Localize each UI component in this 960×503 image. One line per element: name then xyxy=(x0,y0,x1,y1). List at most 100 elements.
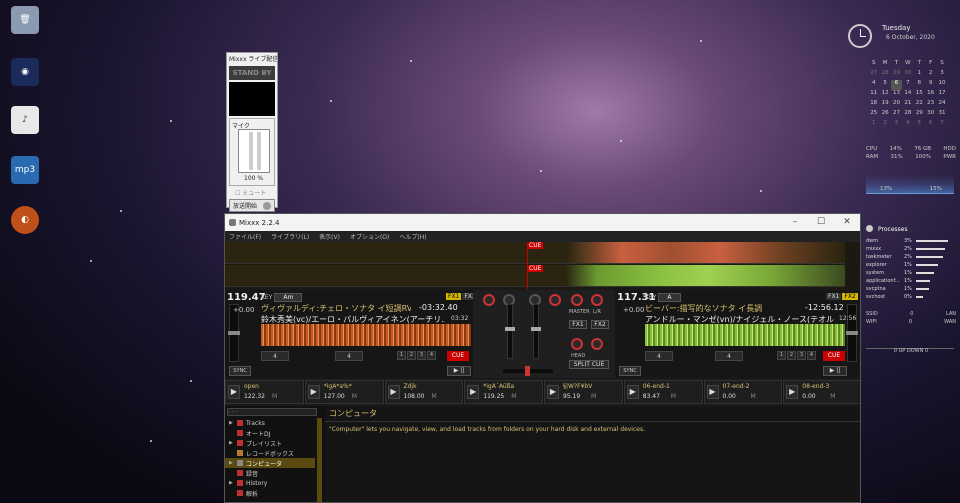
maximize-button[interactable]: ☐ xyxy=(808,214,834,231)
sidebar-item-computer[interactable]: ▶ コンピュータ xyxy=(225,458,315,468)
deck2-loop-size[interactable]: 4 xyxy=(645,351,673,361)
sampler-play-icon[interactable]: ▶ xyxy=(467,385,480,399)
sampler-play-icon[interactable]: ▶ xyxy=(626,385,639,399)
deck2-hotcue-1[interactable]: 1 xyxy=(777,351,786,360)
deck2-hotcue-3[interactable]: 3 xyxy=(797,351,806,360)
master-gain-knob[interactable] xyxy=(571,294,583,306)
ssid-lan: SSID 0 LAN xyxy=(866,311,956,317)
title-bar: Mixxx 2.2.4 – ☐ ✕ xyxy=(225,214,860,231)
sampler-m[interactable]: M xyxy=(432,393,437,400)
head-gain-knob[interactable] xyxy=(591,338,603,350)
library-search-input[interactable] xyxy=(227,408,317,416)
deck1-hotcue-3[interactable]: 3 xyxy=(417,351,426,360)
speech-app-icon[interactable]: ♪ xyxy=(11,106,39,134)
sidebar-splitter[interactable] xyxy=(317,418,322,502)
firefox-icon[interactable]: ◐ xyxy=(11,206,39,234)
sidebar-item-playlists[interactable]: ▶ プレイリスト xyxy=(225,438,315,448)
sampler-4[interactable]: ▶ *igA´Aüßa 119.25 M xyxy=(464,380,543,404)
master-fx2-button[interactable]: FX2 xyxy=(591,320,609,329)
deck1-loop-size[interactable]: 4 xyxy=(261,351,289,361)
sampler-2[interactable]: ▶ *igA*a%* 127.00 M xyxy=(304,380,384,404)
desktop-widgets: Tuesday 6 October, 2020 SMTWTFS 27 28 29 30… xyxy=(848,18,960,354)
mixxx-logo-icon xyxy=(229,219,236,226)
sampler-m[interactable]: M xyxy=(671,393,676,400)
sampler-bpm: 0.00 xyxy=(722,393,736,400)
sampler-play-icon[interactable]: ▶ xyxy=(786,385,799,399)
sampler-m[interactable]: M xyxy=(352,393,357,400)
deck1-play-button[interactable]: ▶ || xyxy=(447,366,471,376)
deck2-beatjump-size[interactable]: 4 xyxy=(715,351,743,361)
sampler-play-icon[interactable]: ▶ xyxy=(387,385,400,399)
deck1-gain-knob[interactable] xyxy=(483,294,495,306)
sampler-7[interactable]: ▶ 07-end-2 0.00 M xyxy=(703,380,783,404)
sampler-m[interactable]: M xyxy=(272,393,277,400)
sampler-m[interactable]: M xyxy=(511,393,516,400)
sampler-m[interactable]: M xyxy=(751,393,756,400)
crossfader[interactable] xyxy=(503,366,553,376)
deck2-track-title: ビーバー:描写的なソナタ イ長調 xyxy=(645,304,763,313)
deck1-volume-fader[interactable] xyxy=(505,304,515,359)
deck2-key[interactable]: KEY A xyxy=(645,293,681,302)
menu-help[interactable]: ヘルプ(H) xyxy=(399,232,426,241)
process-row: taskmeter 2% xyxy=(866,254,956,260)
sampler-play-icon[interactable]: ▶ xyxy=(706,385,719,399)
deck2-fx1-button[interactable]: FX1 xyxy=(826,293,842,300)
sidebar-item-analyze[interactable]: 解析 xyxy=(225,488,315,498)
sampler-m[interactable]: M xyxy=(591,393,596,400)
process-row: explorer 1% xyxy=(866,262,956,268)
record-icon xyxy=(237,470,243,476)
sampler-m[interactable]: M xyxy=(830,393,835,400)
deck1-hotcue-2[interactable]: 2 xyxy=(407,351,416,360)
minimize-button[interactable]: – xyxy=(782,214,808,231)
sampler-1[interactable]: ▶ open 122.32 M xyxy=(225,380,304,404)
deck2-hotcue-2[interactable]: 2 xyxy=(787,351,796,360)
menu-file[interactable]: ファイル(F) xyxy=(229,232,261,241)
deck1-fx1-button[interactable]: FX1 xyxy=(446,293,462,300)
deck2-volume-fader[interactable] xyxy=(531,304,541,359)
start-broadcast-button[interactable]: 放送開始 xyxy=(229,199,275,212)
sampler-play-icon[interactable]: ▶ xyxy=(547,385,559,399)
head-mix-knob[interactable] xyxy=(571,338,583,350)
sidebar-item-history[interactable]: ▶ History xyxy=(225,478,315,488)
menu-options[interactable]: オプション(O) xyxy=(350,232,389,241)
master-fx1-button[interactable]: FX1 xyxy=(569,320,587,329)
deck2-cue-button[interactable]: CUE xyxy=(823,351,845,361)
deck2-gain-knob[interactable] xyxy=(549,294,561,306)
waveform-overview[interactable]: CUE CUE xyxy=(225,242,860,289)
deck1-beatjump-size[interactable]: 4 xyxy=(335,351,363,361)
deck1-key[interactable]: KEY Am xyxy=(261,293,303,302)
deck1-waveform[interactable] xyxy=(261,324,471,346)
app-shortcut-icon[interactable]: ◉ xyxy=(11,58,39,86)
menu-library[interactable]: ライブラリ(L) xyxy=(271,232,309,241)
sidebar-item-autodj[interactable]: オートDJ xyxy=(225,428,315,438)
sidebar-item-crates[interactable]: レコードボックス xyxy=(225,448,315,458)
deck2-waveform[interactable] xyxy=(645,324,845,346)
mic-level-slider[interactable] xyxy=(238,129,270,173)
mute-checkbox[interactable]: ☐ ミュート xyxy=(227,188,277,197)
balance-knob[interactable] xyxy=(591,294,603,306)
deck2-play-button[interactable]: ▶ || xyxy=(823,366,847,376)
mp3-app-icon[interactable]: mp3 xyxy=(11,156,39,184)
deck1-hotcue-1[interactable]: 1 xyxy=(397,351,406,360)
mic-panel: マイク 100 % xyxy=(229,118,275,186)
sampler-bpm: 83.47 xyxy=(642,393,660,400)
sampler-play-icon[interactable]: ▶ xyxy=(307,385,320,399)
deck1-hotcue-4[interactable]: 4 xyxy=(427,351,436,360)
sidebar-item-tracks[interactable]: ▶ Tracks xyxy=(225,418,315,428)
sampler-6[interactable]: ▶ 06-end-1 83.47 M xyxy=(623,380,703,404)
deck1-cue-button[interactable]: CUE xyxy=(447,351,469,361)
deck2-sync-button[interactable]: SYNC xyxy=(619,366,641,376)
sampler-5[interactable]: ▶ §|W?F¥bV 95.19 M xyxy=(544,380,623,404)
deck2-key-value: A xyxy=(658,293,681,302)
deck1-sync-button[interactable]: SYNC xyxy=(229,366,251,376)
split-cue-button[interactable]: SPLIT CUE xyxy=(569,360,609,369)
sampler-play-icon[interactable]: ▶ xyxy=(228,385,240,399)
gear-icon[interactable] xyxy=(263,201,271,210)
menu-view[interactable]: 表示(V) xyxy=(319,232,340,241)
sampler-3[interactable]: ▶ Zdjk 108.00 M xyxy=(384,380,464,404)
deck2-hotcues: 1 2 3 4 xyxy=(777,351,816,360)
recycle-bin-icon[interactable]: 🗑 xyxy=(11,6,39,34)
sampler-8[interactable]: ▶ 08-end-3 0.00 M xyxy=(783,380,860,404)
sidebar-item-recordings[interactable]: 録音 xyxy=(225,468,315,478)
deck2-hotcue-4[interactable]: 4 xyxy=(807,351,816,360)
